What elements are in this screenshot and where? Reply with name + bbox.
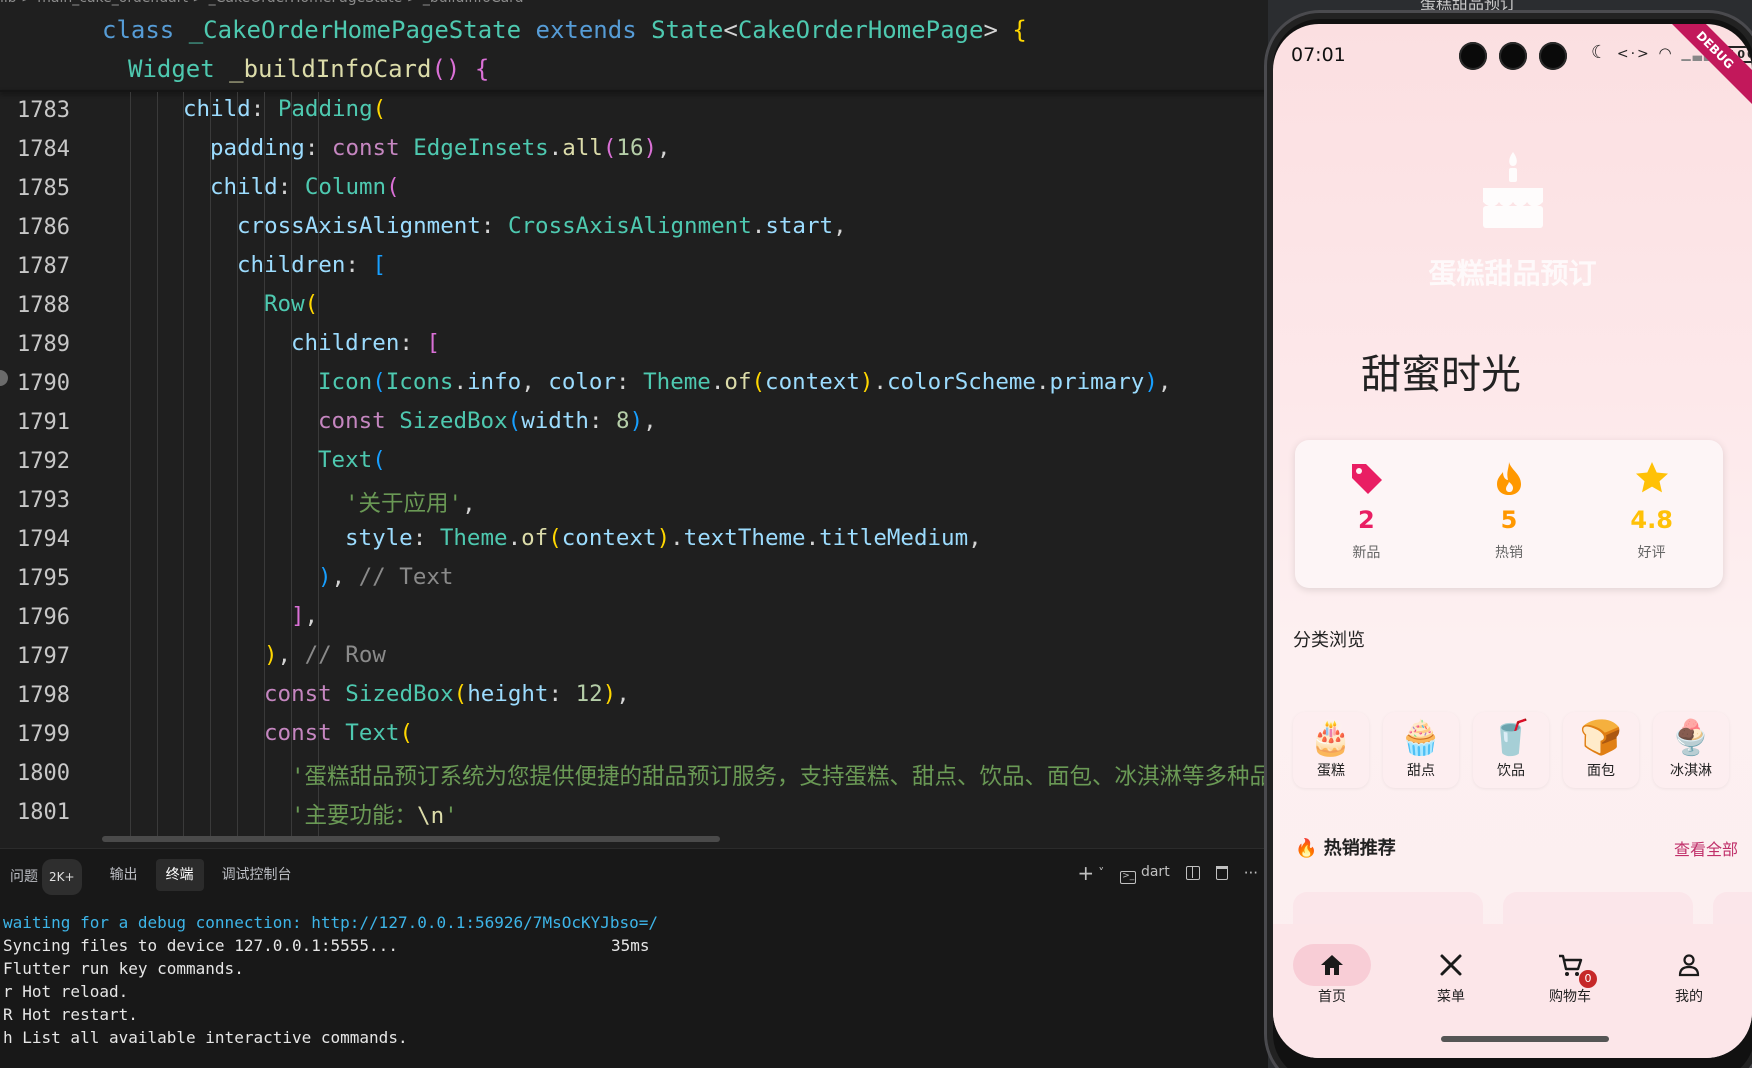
hero-title: 蛋糕甜品预订 [1428, 257, 1597, 290]
panel-tabs: 问题 2K+ 输出 终端 调试控制台 [0, 859, 310, 895]
code-line: 1783 child: Padding( [17, 96, 387, 123]
problems-count-badge: 2K+ [42, 859, 82, 895]
terminal-shell-selector[interactable]: >_ dart [1120, 862, 1170, 884]
stat-label: 热销 [1495, 545, 1523, 561]
sticky-scroll-class[interactable]: class _CakeOrderHomePageState extends St… [0, 12, 1268, 51]
stat-value: 5 [1500, 506, 1518, 534]
terminal-line: h List all available interactive command… [3, 1028, 408, 1047]
category-item-bread[interactable]: 🍞 面包 [1563, 712, 1639, 788]
code-line: 1792 Text( [17, 447, 386, 474]
bottom-panel: 问题 2K+ 输出 终端 调试控制台 + ˅ >_ dart ··· waitin… [0, 848, 1268, 1068]
stat-label: 好评 [1637, 545, 1666, 561]
stat-value: 4.8 [1630, 506, 1673, 534]
bread-emoji-icon: 🍞 [1579, 718, 1623, 758]
terminal-line: Syncing files to device 127.0.0.1:5555..… [3, 936, 650, 955]
tab-terminal[interactable]: 终端 [155, 859, 204, 891]
cake-icon [1483, 152, 1543, 228]
stat-rating[interactable]: 4.8 好评 [1580, 440, 1723, 588]
utensils-icon [1440, 954, 1462, 976]
category-item-cake[interactable]: 🎂 蛋糕 [1293, 712, 1369, 788]
nav-item-home[interactable]: 首页 [1287, 952, 1377, 1006]
code-line: 1785 child: Column( [17, 174, 400, 201]
stats-card: 2 新品 5 热销 4.8 好评 [1295, 440, 1723, 588]
home-icon [1321, 955, 1343, 975]
terminal-line: Flutter run key commands. [3, 959, 244, 978]
camera-icon [1459, 42, 1487, 70]
tab-debug-console[interactable]: 调试控制台 [212, 859, 302, 891]
icecream-emoji-icon: 🍨 [1669, 718, 1713, 758]
code-line: 1794 style: Theme.of(context).textTheme.t… [17, 525, 982, 552]
code-line: 1798 const SizedBox(height: 12), [17, 681, 630, 708]
phone-screen[interactable]: 07:01 ☾ <·> ◠ ▁▃▅ 100 DEBUG 蛋糕甜品预订 甜蜜时光 … [1273, 24, 1752, 1058]
terminal-line: R Hot restart. [3, 1005, 138, 1024]
code-line: 1795), // Text [17, 564, 454, 591]
nav-item-menu[interactable]: 菜单 [1406, 952, 1496, 1006]
camera-cutouts [1459, 42, 1567, 70]
terminal-icon: >_ [1120, 871, 1137, 884]
status-time: 07:01 [1291, 44, 1346, 66]
breadcrumb[interactable]: lib > main_cake_order.dart > _CakeOrderH… [0, 0, 524, 10]
category-item-icecream[interactable]: 🍨 冰淇淋 [1653, 712, 1729, 788]
category-section-title: 分类浏览 [1293, 630, 1365, 651]
code-editor[interactable]: lib > main_cake_order.dart > _CakeOrderH… [0, 0, 1268, 848]
code-line: 1789 children: [ [17, 330, 441, 357]
split-terminal-icon[interactable] [1185, 866, 1200, 880]
person-icon [1678, 954, 1700, 977]
fire-icon: 🔥 [1295, 838, 1318, 859]
chevron-down-icon[interactable]: ˅ [1098, 866, 1104, 880]
terminal-line: r Hot reload. [3, 982, 129, 1001]
code-line: 1787 children: [ [17, 252, 387, 279]
stat-value: 2 [1357, 506, 1375, 534]
code-line: 1793 '关于应用', [17, 488, 476, 517]
nav-item-cart[interactable]: 0 购物车 [1525, 952, 1615, 1006]
code-line: 1784 padding: const EdgeInsets.all(16), [17, 135, 671, 162]
panel-toolbar: + ˅ >_ dart ··· [1077, 861, 1258, 885]
stat-hot[interactable]: 5 热销 [1438, 440, 1581, 588]
wifi-icon: ◠ [1658, 44, 1674, 62]
horizontal-scrollbar[interactable] [102, 836, 720, 842]
stat-label: 新品 [1352, 545, 1381, 561]
camera-icon [1499, 42, 1527, 70]
code-line: 1800 '蛋糕甜品预订系统为您提供便捷的甜品预订服务，支持蛋糕、甜点、饮品、面包… [17, 761, 1268, 790]
code-line: 1799 const Text( [17, 720, 414, 747]
sticky-scroll-method[interactable]: Widget _buildInfoCard() { [0, 51, 1268, 90]
stat-new[interactable]: 2 新品 [1295, 440, 1438, 588]
category-item-drink[interactable]: 🥤 饮品 [1473, 712, 1549, 788]
code-line: 1791 const SizedBox(width: 8), [17, 408, 657, 435]
debug-banner: DEBUG [1653, 24, 1752, 112]
trash-icon[interactable] [1215, 866, 1228, 880]
star-icon [1635, 462, 1668, 493]
camera-icon [1539, 42, 1567, 70]
data-arrows-icon: <·> [1616, 46, 1651, 62]
category-item-dessert[interactable]: 🧁 甜点 [1383, 712, 1459, 788]
category-list: 🎂 蛋糕 🧁 甜点 🥤 饮品 🍞 面包 🍨 冰淇淋 [1293, 712, 1729, 788]
cake-emoji-icon: 🎂 [1309, 718, 1353, 758]
tag-icon [1352, 464, 1383, 494]
code-line: 1801 '主要功能：\n' [17, 800, 458, 829]
code-line: 1788 Row( [17, 291, 319, 318]
terminal-line: waiting for a debug connection: http://1… [3, 913, 659, 932]
tab-problems[interactable]: 问题 2K+ [0, 859, 92, 895]
hot-section-title: 🔥 热销推荐 [1295, 838, 1396, 859]
brand-name: 甜蜜时光 [1361, 352, 1521, 398]
add-terminal-button[interactable]: + [1077, 861, 1094, 885]
cupcake-emoji-icon: 🧁 [1399, 718, 1443, 758]
drink-emoji-icon: 🥤 [1489, 718, 1533, 758]
more-actions-button[interactable]: ··· [1244, 864, 1258, 882]
gesture-home-indicator[interactable] [1441, 1036, 1609, 1042]
view-all-link[interactable]: 查看全部 [1674, 836, 1738, 860]
nav-item-profile[interactable]: 我的 [1644, 952, 1734, 1006]
terminal-timing: 35ms [611, 936, 650, 955]
terminal-output[interactable]: waiting for a debug connection: http://1… [3, 911, 658, 1049]
cart-count-badge: 0 [1579, 970, 1597, 988]
code-line: 1797), // Row [17, 642, 386, 669]
fire-icon [1497, 462, 1521, 495]
code-line: 1786 crossAxisAlignment: CrossAxisAlignme… [17, 213, 847, 240]
code-line: 1796], [17, 603, 319, 630]
tab-output[interactable]: 输出 [100, 859, 148, 891]
code-line: 1790 Icon(Icons.info, color: Theme.of(con… [17, 369, 1172, 396]
moon-icon: ☾ [1591, 42, 1610, 63]
code-lines[interactable]: 1783 child: Padding( 1784 padding: const E… [0, 92, 1268, 840]
